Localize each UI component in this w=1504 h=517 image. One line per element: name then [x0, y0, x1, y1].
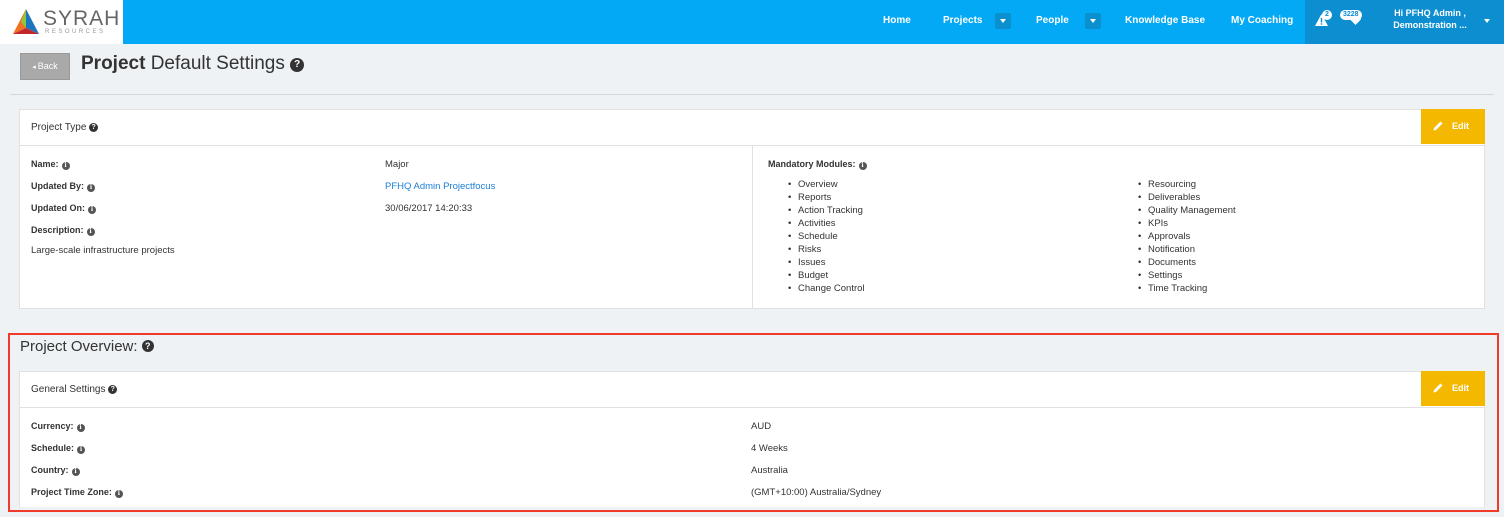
project-type-header: Project Type ? Edit [20, 109, 1485, 146]
info-icon: i [61, 162, 70, 170]
country-value: Australia [751, 465, 788, 476]
updated-on-value: 30/06/2017 14:20:33 [385, 203, 473, 214]
column-divider [752, 146, 753, 308]
nav-people[interactable]: People [1036, 0, 1069, 44]
logo-text: SYRAH [43, 7, 121, 30]
people-dropdown-caret-icon[interactable] [1085, 13, 1101, 29]
nav-knowledge-base[interactable]: Knowledge Base [1125, 0, 1205, 44]
user-greeting[interactable]: Hi PFHQ Admin , Demonstration ... [1380, 7, 1480, 31]
name-value: Major [385, 159, 409, 170]
help-icon[interactable]: ? [290, 58, 305, 72]
edit-label: Edit [1452, 383, 1469, 393]
general-settings-title-text: General Settings [31, 384, 106, 395]
modules-list-2: Resourcing Deliverables Quality Manageme… [1136, 178, 1236, 295]
general-settings-panel: General Settings ? Edit Currency: i AUD S… [19, 371, 1485, 507]
info-icon: i [71, 468, 80, 476]
user-menu-caret-icon[interactable] [1479, 13, 1495, 29]
info-icon: i [87, 184, 96, 192]
logo-triangle-icon [13, 9, 39, 34]
list-item: Deliverables [1136, 191, 1236, 204]
project-overview-title: Project Overview: ? [20, 338, 154, 355]
list-item: Reports [786, 191, 865, 204]
project-type-title: Project Type ? [31, 122, 99, 133]
modules-list-1: Overview Reports Action Tracking Activit… [786, 178, 865, 295]
nav-my-coaching[interactable]: My Coaching [1231, 0, 1293, 44]
greeting-line-2: Demonstration ... [1393, 20, 1467, 30]
schedule-label: Schedule: i [31, 443, 86, 454]
edit-label: Edit [1452, 121, 1469, 131]
header-divider [10, 94, 1494, 95]
list-item: Approvals [1136, 230, 1236, 243]
updated-by-label: Updated By: i [31, 181, 96, 192]
info-icon: i [114, 490, 123, 498]
help-icon[interactable]: ? [141, 340, 154, 352]
list-item: Activities [786, 217, 865, 230]
back-button[interactable]: ◂ Back [20, 53, 70, 80]
info-icon: i [86, 228, 95, 236]
edit-general-settings-button[interactable]: Edit [1421, 371, 1485, 406]
list-item: Budget [786, 269, 865, 282]
greeting-line-1: Hi PFHQ Admin , [1394, 8, 1466, 18]
list-item: Issues [786, 256, 865, 269]
list-item: Change Control [786, 282, 865, 295]
project-type-panel: Project Type ? Edit Name: i Major Updated… [19, 109, 1485, 309]
help-icon[interactable]: ? [108, 385, 118, 394]
country-label: Country: i [31, 465, 80, 476]
list-item: Time Tracking [1136, 282, 1236, 295]
help-icon[interactable]: ? [89, 123, 99, 132]
timezone-label: Project Time Zone: i [31, 487, 123, 498]
page-title: Project Default Settings ? [81, 53, 305, 75]
updated-by-link[interactable]: PFHQ Admin Projectfocus [385, 181, 495, 192]
list-item: Action Tracking [786, 204, 865, 217]
projects-dropdown-caret-icon[interactable] [995, 13, 1011, 29]
currency-value: AUD [751, 421, 772, 432]
pencil-icon [1433, 383, 1443, 393]
info-icon: i [77, 446, 86, 454]
description-label: Description: i [31, 225, 95, 236]
list-item: Resourcing [1136, 178, 1236, 191]
list-item: Overview [786, 178, 865, 191]
list-item: Risks [786, 243, 865, 256]
edit-project-type-button[interactable]: Edit [1421, 109, 1485, 144]
nav-projects[interactable]: Projects [943, 0, 982, 44]
notifications-count-badge[interactable]: 3228 [1340, 10, 1362, 20]
name-label: Name: i [31, 159, 70, 170]
mandatory-modules-label: Mandatory Modules: i [768, 159, 867, 170]
updated-on-label: Updated On: i [31, 203, 96, 214]
info-icon: i [858, 162, 867, 170]
page-title-rest: Default Settings [150, 53, 285, 74]
timezone-value: (GMT+10:00) Australia/Sydney [751, 487, 882, 498]
general-settings-title: General Settings ? [31, 384, 118, 395]
list-item: Notification [1136, 243, 1236, 256]
list-item: Settings [1136, 269, 1236, 282]
pencil-icon [1433, 121, 1443, 131]
list-item: Schedule [786, 230, 865, 243]
list-item: KPIs [1136, 217, 1236, 230]
schedule-value: 4 Weeks [751, 443, 788, 454]
info-icon: i [76, 424, 85, 432]
back-label: Back [37, 61, 58, 71]
general-settings-header: General Settings ? Edit [20, 371, 1485, 408]
currency-label: Currency: i [31, 421, 85, 432]
list-item: Quality Management [1136, 204, 1236, 217]
project-type-title-text: Project Type [31, 122, 87, 133]
brand-logo[interactable]: SYRAH RESOURCES [0, 0, 123, 44]
logo-subtext: RESOURCES [45, 29, 106, 35]
top-navigation-bar: SYRAH RESOURCES Home Projects People Kno… [0, 0, 1504, 44]
nav-home[interactable]: Home [883, 0, 911, 44]
list-item: Documents [1136, 256, 1236, 269]
page-title-bold: Project [81, 53, 146, 74]
project-overview-title-text: Project Overview: [20, 338, 138, 355]
info-icon: i [88, 206, 96, 214]
alerts-count-badge[interactable]: 2 [1322, 10, 1332, 20]
description-value: Large-scale infrastructure projects [31, 245, 175, 256]
